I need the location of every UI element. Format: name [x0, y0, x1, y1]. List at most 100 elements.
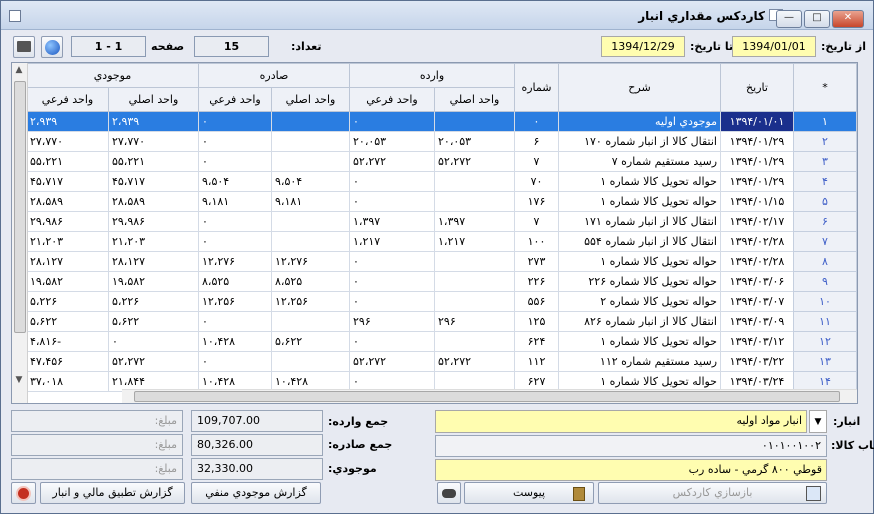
- row-index-cell[interactable]: ۱: [793, 111, 857, 132]
- out-sub-cell[interactable]: ۰: [197, 351, 273, 372]
- in-main-cell[interactable]: [434, 191, 515, 212]
- row-index-cell[interactable]: ۲: [793, 131, 857, 152]
- stock-sub-cell[interactable]: ۲۹،۹۸۶: [25, 211, 109, 232]
- in-sub-cell[interactable]: ۲۰،۰۵۳: [349, 131, 435, 152]
- out-main-cell[interactable]: ۵،۶۲۲: [271, 331, 350, 352]
- stock-sub-cell[interactable]: -۴،۸۱۶: [25, 331, 109, 352]
- table-row[interactable]: ۸ ۱۳۹۴/۰۲/۲۸ حواله تحويل کالا شماره ۱ ۲۷۳ ۰ ۱…: [25, 251, 857, 272]
- table-row[interactable]: ۳ ۱۳۹۴/۰۱/۲۹ رسيد مستقيم شماره ۷ ۷ ۵۲،۲۷۲ ۵۲،…: [25, 151, 857, 172]
- stock-main-cell[interactable]: ۴۵،۷۱۷: [107, 171, 199, 192]
- desc-cell[interactable]: رسيد مستقيم شماره ۷: [558, 151, 721, 172]
- scroll-up-arrow[interactable]: ▲: [12, 65, 26, 75]
- desc-cell[interactable]: انتقال کالا از انبار شماره ۸۲۶: [558, 311, 721, 332]
- desc-cell[interactable]: انتقال کالا از انبار شماره ۵۵۴: [558, 231, 721, 252]
- in-main-cell[interactable]: [434, 251, 515, 272]
- header-in-sub[interactable]: واحد فرعي: [349, 87, 435, 112]
- table-row[interactable]: ۱۰ ۱۳۹۴/۰۳/۰۷ حواله تحويل کالا شماره ۲ ۵۵۶ ۰…: [25, 291, 857, 312]
- desc-cell[interactable]: حواله تحويل کالا شماره ۱: [558, 331, 721, 352]
- number-cell[interactable]: ۶۲۴: [514, 331, 559, 352]
- out-sub-cell[interactable]: ۰: [197, 211, 273, 232]
- negative-stock-report-button[interactable]: گزارش موجودي منفي: [191, 482, 321, 504]
- number-cell[interactable]: ۶: [514, 131, 559, 152]
- in-sub-cell[interactable]: ۰: [349, 191, 435, 212]
- stock-main-cell[interactable]: ۲،۹۳۹: [107, 111, 199, 132]
- out-sub-cell[interactable]: ۸،۵۲۵: [197, 271, 273, 292]
- out-main-cell[interactable]: ۹،۵۰۴: [271, 171, 350, 192]
- horizontal-scroll-thumb[interactable]: [134, 391, 840, 402]
- header-out-main[interactable]: واحد اصلي: [271, 87, 350, 112]
- date-cell[interactable]: ۱۳۹۴/۰۳/۰۶: [720, 271, 794, 292]
- minimize-button[interactable]: —: [776, 10, 802, 28]
- stock-main-cell[interactable]: ۵۵،۲۲۱: [107, 151, 199, 172]
- header-desc[interactable]: شرح: [558, 63, 721, 112]
- out-sub-cell[interactable]: ۱۲،۲۷۶: [197, 251, 273, 272]
- in-main-cell[interactable]: [434, 271, 515, 292]
- number-cell[interactable]: ۷: [514, 211, 559, 232]
- kardex-grid[interactable]: * تاریخ شرح شماره وارده صادره موجودي واح…: [11, 62, 858, 404]
- stock-sub-cell[interactable]: ۴۵،۷۱۷: [25, 171, 109, 192]
- row-index-cell[interactable]: ۹: [793, 271, 857, 292]
- out-sub-cell[interactable]: ۰: [197, 111, 273, 132]
- store-select[interactable]: انبار مواد اوليه: [435, 410, 807, 433]
- out-main-cell[interactable]: ۹،۱۸۱: [271, 191, 350, 212]
- date-cell[interactable]: ۱۳۹۴/۰۱/۰۱: [720, 111, 794, 132]
- stock-sub-cell[interactable]: ۵۵،۲۲۱: [25, 151, 109, 172]
- out-main-cell[interactable]: [271, 151, 350, 172]
- out-main-cell[interactable]: [271, 131, 350, 152]
- stock-sub-cell[interactable]: ۳۷،۰۱۸: [25, 371, 109, 392]
- item-code-field[interactable]: ۰۱۰۱۰۰۱۰۰۲: [435, 435, 827, 457]
- date-cell[interactable]: ۱۳۹۴/۰۳/۰۷: [720, 291, 794, 312]
- number-cell[interactable]: ۲۲۶: [514, 271, 559, 292]
- out-main-cell[interactable]: ۱۲،۲۷۶: [271, 251, 350, 272]
- out-main-cell[interactable]: ۸،۵۲۵: [271, 271, 350, 292]
- table-row[interactable]: ۱۲ ۱۳۹۴/۰۳/۱۲ حواله تحويل کالا شماره ۱ ۶۲۴ ۰…: [25, 331, 857, 352]
- row-index-cell[interactable]: ۱۲: [793, 331, 857, 352]
- number-cell[interactable]: ۰: [514, 111, 559, 132]
- desc-cell[interactable]: حواله تحويل کالا شماره ۲: [558, 291, 721, 312]
- date-cell[interactable]: ۱۳۹۴/۰۱/۲۹: [720, 151, 794, 172]
- in-main-cell[interactable]: ۲۰،۰۵۳: [434, 131, 515, 152]
- stock-main-cell[interactable]: ۲۹،۹۸۶: [107, 211, 199, 232]
- table-row[interactable]: ۷ ۱۳۹۴/۰۲/۲۸ انتقال کالا از انبار شماره ۵۵…: [25, 231, 857, 252]
- stock-main-cell[interactable]: ۲۷،۷۷۰: [107, 131, 199, 152]
- stock-sub-cell[interactable]: ۲،۹۳۹: [25, 111, 109, 132]
- header-in-main[interactable]: واحد اصلي: [434, 87, 515, 112]
- desc-cell[interactable]: حواله تحويل کالا شماره ۱: [558, 171, 721, 192]
- header-out-sub[interactable]: واحد فرعي: [197, 87, 273, 112]
- from-date-input[interactable]: 1394/01/01: [732, 36, 816, 57]
- out-sub-cell[interactable]: ۰: [197, 131, 273, 152]
- out-main-cell[interactable]: ۱۲،۲۵۶: [271, 291, 350, 312]
- stock-main-cell[interactable]: ۵۲،۲۷۲: [107, 351, 199, 372]
- out-main-cell[interactable]: [271, 351, 350, 372]
- table-row[interactable]: ۱۳ ۱۳۹۴/۰۳/۲۲ رسيد مستقيم شماره ۱۱۲ ۱۱۲ ۵۲،۲…: [25, 351, 857, 372]
- in-sub-cell[interactable]: ۰: [349, 331, 435, 352]
- date-cell[interactable]: ۱۳۹۴/۰۱/۲۹: [720, 171, 794, 192]
- stock-sub-cell[interactable]: ۵،۲۲۶: [25, 291, 109, 312]
- reconcile-report-button[interactable]: گزارش تطبيق مالي و انبار: [40, 482, 185, 504]
- table-row[interactable]: ۴ ۱۳۹۴/۰۱/۲۹ حواله تحويل کالا شماره ۱ ۷۰ ۰ ۹،…: [25, 171, 857, 192]
- header-date[interactable]: تاریخ: [720, 63, 794, 112]
- table-row[interactable]: ۵ ۱۳۹۴/۰۱/۱۵ حواله تحويل کالا شماره ۱ ۱۷۶ ۰ ۹…: [25, 191, 857, 212]
- in-sub-cell[interactable]: ۰: [349, 111, 435, 132]
- header-number[interactable]: شماره: [514, 63, 559, 112]
- table-row[interactable]: ۶ ۱۳۹۴/۰۲/۱۷ انتقال کالا از انبار شماره ۱۷…: [25, 211, 857, 232]
- stock-main-cell[interactable]: ۲۸،۵۸۹: [107, 191, 199, 212]
- row-index-cell[interactable]: ۷: [793, 231, 857, 252]
- header-stock-main[interactable]: واحد اصلي: [107, 87, 199, 112]
- to-date-input[interactable]: 1394/12/29: [601, 36, 685, 57]
- in-sub-cell[interactable]: ۰: [349, 291, 435, 312]
- in-sub-cell[interactable]: ۵۲،۲۷۲: [349, 151, 435, 172]
- in-main-cell[interactable]: ۲۹۶: [434, 311, 515, 332]
- in-sub-cell[interactable]: ۲۹۶: [349, 311, 435, 332]
- find-button[interactable]: [437, 482, 461, 504]
- attach-button[interactable]: پيوست: [464, 482, 594, 504]
- desc-cell[interactable]: انتقال کالا از انبار شماره ۱۷۰: [558, 131, 721, 152]
- date-cell[interactable]: ۱۳۹۴/۰۳/۱۲: [720, 331, 794, 352]
- out-sub-cell[interactable]: ۱۰،۴۲۸: [197, 331, 273, 352]
- close-button[interactable]: ✕: [832, 10, 864, 28]
- date-cell[interactable]: ۱۳۹۴/۰۱/۲۹: [720, 131, 794, 152]
- date-cell[interactable]: ۱۳۹۴/۰۳/۲۲: [720, 351, 794, 372]
- scroll-down-arrow[interactable]: ▼: [12, 375, 26, 385]
- stock-main-cell[interactable]: ۱۹،۵۸۲: [107, 271, 199, 292]
- stock-main-cell[interactable]: ۲۱،۲۰۳: [107, 231, 199, 252]
